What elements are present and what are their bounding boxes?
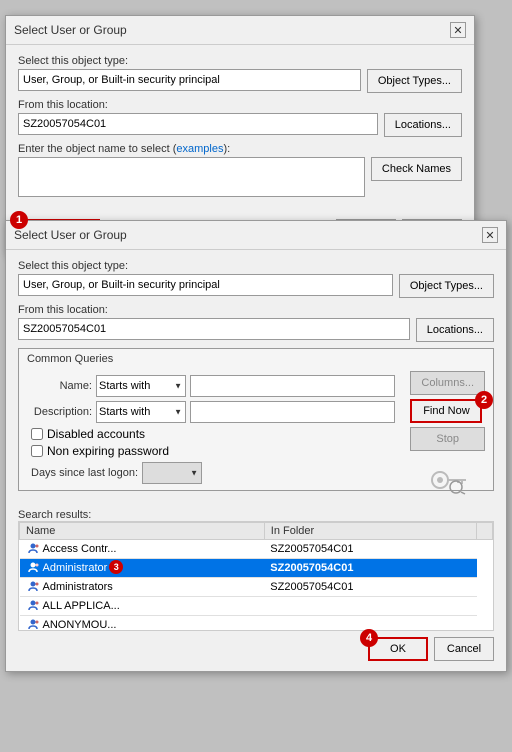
location-label-1: From this location:: [18, 99, 462, 111]
name-condition-select[interactable]: Starts with Is exactly: [96, 375, 186, 397]
result-name-text: Access Contr...: [43, 543, 117, 555]
check-names-button-1[interactable]: Check Names: [371, 157, 462, 181]
days-logon-label: Days since last logon:: [31, 467, 138, 479]
location-label-2: From this location:: [18, 304, 494, 316]
result-name-cell: ALL APPLICA...: [20, 597, 265, 616]
examples-link-1[interactable]: examples: [176, 143, 223, 155]
key-icon: [428, 465, 468, 495]
description-query-input[interactable]: [190, 401, 395, 423]
result-name-cell: ANONYMOU...: [20, 616, 265, 631]
dialog-2-buttons: OK 4 Cancel: [6, 631, 506, 671]
right-panel-buttons: Columns... Find Now 2 Stop: [410, 369, 485, 498]
disabled-accounts-label: Disabled accounts: [47, 427, 145, 441]
result-folder-cell: SZ20057054C01: [264, 578, 476, 597]
result-folder-cell: SZ20057054C01: [264, 540, 476, 559]
locations-button-2[interactable]: Locations...: [416, 318, 494, 342]
name-query-label: Name:: [27, 380, 92, 392]
col-folder-header: In Folder: [264, 523, 476, 540]
table-row[interactable]: Administrators SZ20057054C01: [20, 578, 493, 597]
result-name-text: Administrator3: [43, 562, 124, 574]
common-queries-content: Name: Starts with Is exactly Description…: [19, 369, 493, 490]
result-name-cell: Access Contr...: [20, 540, 265, 559]
dialog-1-title: Select User or Group: [14, 23, 127, 37]
days-logon-row: Days since last logon: 30 60 90: [27, 462, 395, 484]
user-group-icon: [26, 618, 40, 631]
result-name-text: ALL APPLICA...: [43, 600, 120, 612]
table-row[interactable]: ANONYMOU...: [20, 616, 493, 631]
result-folder-cell: [264, 597, 476, 616]
description-starts-with-wrapper: Starts with Is exactly: [96, 401, 186, 423]
disabled-accounts-checkbox[interactable]: [31, 428, 43, 440]
result-name-cell: Administrator3: [20, 559, 265, 578]
object-name-label-1: Enter the object name to select (example…: [18, 143, 462, 155]
object-name-input-1[interactable]: [18, 157, 365, 197]
result-folder-cell: SZ20057054C01: [264, 559, 476, 578]
user-group-icon: [26, 561, 40, 575]
result-name-text: Administrators: [43, 581, 113, 593]
search-results-label: Search results:: [18, 509, 91, 521]
object-type-input-1[interactable]: [18, 69, 361, 91]
results-scroll-area[interactable]: Name In Folder Access Contr... SZ20057054…: [18, 521, 494, 631]
name-query-input[interactable]: [190, 375, 395, 397]
object-types-button-2[interactable]: Object Types...: [399, 274, 494, 298]
key-icon-area: [410, 465, 485, 498]
description-condition-select[interactable]: Starts with Is exactly: [96, 401, 186, 423]
dialog-select-user-2: Select User or Group ✕ Select this objec…: [5, 220, 507, 672]
dialog-select-user-1: Select User or Group ✕ Select this objec…: [5, 15, 475, 254]
object-type-input-2[interactable]: [18, 274, 393, 296]
object-type-label-1: Select this object type:: [18, 55, 462, 67]
table-row[interactable]: Administrator3 SZ20057054C01: [20, 559, 493, 578]
find-now-button[interactable]: Find Now: [410, 399, 482, 423]
search-results-section: Search results: Name In Folder Access Co…: [6, 503, 506, 631]
description-query-row: Description: Starts with Is exactly: [27, 401, 395, 423]
badge-2: 2: [475, 391, 493, 409]
object-type-label-2: Select this object type:: [18, 260, 494, 272]
common-queries-box: Common Queries Name: Starts with Is exac…: [18, 348, 494, 491]
dialog-1-close-button[interactable]: ✕: [450, 22, 466, 38]
user-group-icon: [26, 542, 40, 556]
stop-button[interactable]: Stop: [410, 427, 485, 451]
user-group-icon: [26, 599, 40, 613]
cancel-button-2[interactable]: Cancel: [434, 637, 494, 661]
name-query-row: Name: Starts with Is exactly: [27, 375, 395, 397]
non-expiring-checkbox[interactable]: [31, 445, 43, 457]
days-logon-wrapper: 30 60 90: [142, 462, 202, 484]
dialog-2-titlebar: Select User or Group ✕: [6, 221, 506, 250]
table-row[interactable]: ALL APPLICA...: [20, 597, 493, 616]
non-expiring-label: Non expiring password: [47, 444, 169, 458]
common-queries-title: Common Queries: [19, 349, 493, 369]
badge-3: 3: [109, 560, 123, 574]
locations-button-1[interactable]: Locations...: [384, 113, 462, 137]
badge-4: 4: [360, 629, 378, 647]
results-table: Name In Folder Access Contr... SZ20057054…: [19, 522, 493, 631]
object-types-button-1[interactable]: Object Types...: [367, 69, 462, 93]
badge-1: 1: [10, 211, 28, 229]
result-name-cell: Administrators: [20, 578, 265, 597]
table-row[interactable]: Access Contr... SZ20057054C01: [20, 540, 493, 559]
location-input-1[interactable]: [18, 113, 378, 135]
columns-button[interactable]: Columns...: [410, 371, 485, 395]
disabled-accounts-row: Disabled accounts: [27, 427, 395, 441]
user-group-icon: [26, 580, 40, 594]
name-starts-with-wrapper: Starts with Is exactly: [96, 375, 186, 397]
result-name-text: ANONYMOU...: [43, 619, 117, 631]
col-name-header: Name: [20, 523, 265, 540]
description-query-label: Description:: [27, 406, 92, 418]
col-scroll-header: [477, 523, 493, 540]
days-logon-select[interactable]: 30 60 90: [142, 462, 202, 484]
location-input-2[interactable]: [18, 318, 410, 340]
dialog-2-close-button[interactable]: ✕: [482, 227, 498, 243]
dialog-1-titlebar: Select User or Group ✕: [6, 16, 474, 45]
non-expiring-row: Non expiring password: [27, 444, 395, 458]
dialog-2-title: Select User or Group: [14, 228, 127, 242]
